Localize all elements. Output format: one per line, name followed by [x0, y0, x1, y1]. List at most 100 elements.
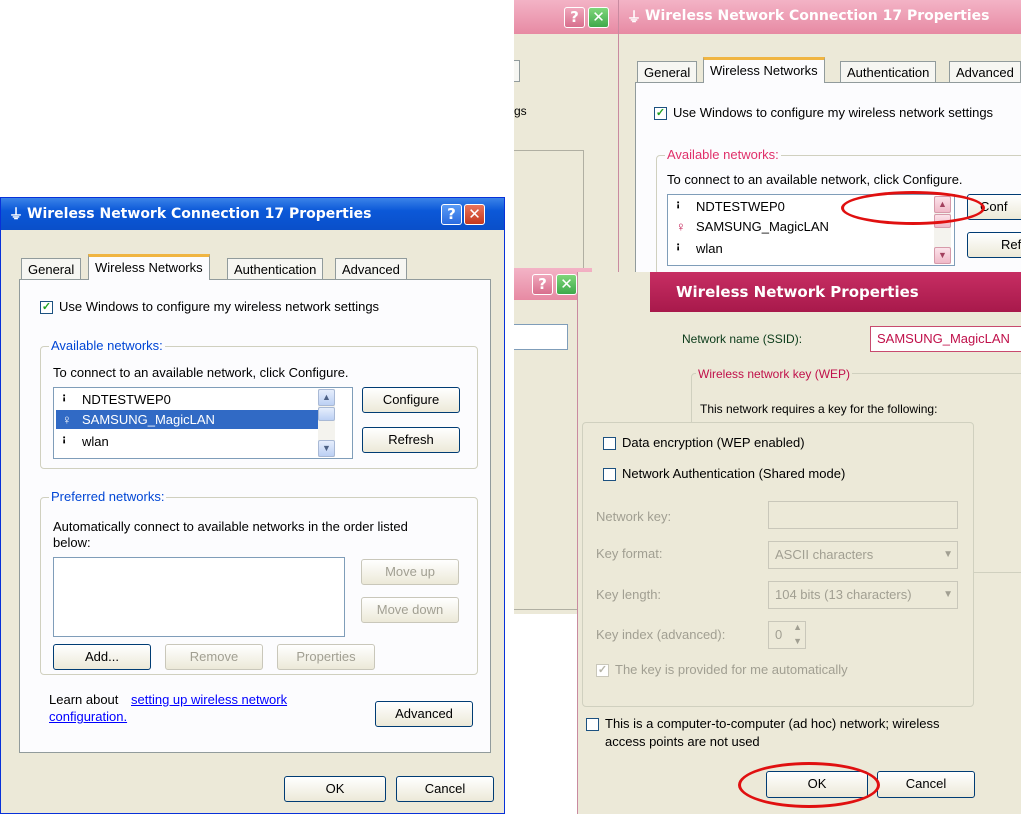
- network-auth-checkbox[interactable]: [603, 468, 616, 481]
- ok-button[interactable]: OK: [284, 776, 386, 802]
- add-button[interactable]: Add...: [53, 644, 151, 670]
- network-auth-label: Network Authentication (Shared mode): [622, 466, 846, 481]
- tab-wireless-networks[interactable]: Wireless Networks: [88, 254, 210, 280]
- list-item[interactable]: ꜟ NDTESTWEP0: [56, 390, 318, 409]
- left-dialog-title: Wireless Network Connection 17 Propertie…: [27, 206, 372, 222]
- preferred-hint-line1: Automatically connect to available netwo…: [53, 519, 408, 534]
- key-index-label: Key index (advanced):: [596, 627, 726, 642]
- antenna-icon: ꜟ: [62, 434, 67, 449]
- adhoc-checkbox[interactable]: [586, 718, 599, 731]
- help-icon[interactable]: ?: [564, 7, 585, 28]
- available-networks-hint: To connect to an available network, clic…: [667, 172, 963, 187]
- tab-advanced[interactable]: Advanced: [335, 258, 407, 280]
- available-networks-hint: To connect to an available network, clic…: [53, 365, 349, 380]
- properties-button[interactable]: Properties: [277, 644, 375, 670]
- scroll-down-icon[interactable]: ▼: [318, 440, 335, 457]
- left-title-bar[interactable]: ⏚ Wireless Network Connection 17 Propert…: [1, 198, 504, 230]
- use-windows-label: Use Windows to configure my wireless net…: [59, 299, 380, 314]
- wep-key-legend: Wireless network key (WEP): [696, 367, 853, 381]
- antenna-icon: ꜟ: [62, 392, 67, 407]
- move-up-button[interactable]: Move up: [361, 559, 459, 585]
- antenna-icon: ꜟ: [676, 199, 681, 214]
- chevron-down-icon: ▼: [943, 549, 953, 560]
- key-auto-checkbox[interactable]: ✓: [596, 664, 609, 677]
- close-icon[interactable]: ✕: [556, 274, 577, 295]
- move-down-button[interactable]: Move down: [361, 597, 459, 623]
- tab-authentication[interactable]: Authentication: [840, 61, 937, 83]
- key-auto-label: The key is provided for me automatically: [615, 662, 848, 677]
- key-length-select[interactable]: 104 bits (13 characters) ▼: [768, 581, 958, 609]
- highlight-oval-scroll: [841, 191, 985, 225]
- cancel-button[interactable]: Cancel: [396, 776, 494, 802]
- data-encryption-checkbox[interactable]: [603, 437, 616, 450]
- wireless-network-properties-dialog: Wireless Network Properties Network name…: [577, 272, 1021, 814]
- tab-authentication[interactable]: Authentication: [227, 258, 324, 280]
- wnp-title-bar[interactable]: Wireless Network Properties: [650, 272, 1021, 312]
- learn-link-line2[interactable]: configuration.: [49, 709, 127, 724]
- right-dialog-title: Wireless Network Connection 17 Propertie…: [645, 8, 990, 24]
- learn-about-text: Learn about: [49, 692, 119, 707]
- preferred-hint-line2: below:: [53, 535, 91, 550]
- preferred-networks-list[interactable]: [53, 557, 345, 637]
- key-length-label: Key length:: [596, 587, 662, 602]
- preferred-networks-group: Preferred networks: Automatically connec…: [40, 489, 478, 675]
- background-text-gs: gs: [514, 104, 527, 118]
- wireless-icon: ♀: [676, 219, 686, 234]
- scroll-down-icon[interactable]: ▼: [934, 247, 951, 264]
- tab-general[interactable]: General: [637, 61, 698, 83]
- scroll-thumb[interactable]: [318, 407, 335, 421]
- use-windows-checkbox[interactable]: ✓: [40, 301, 53, 314]
- wireless-tab-panel: ✓ Use Windows to configure my wireless n…: [19, 279, 491, 753]
- help-icon[interactable]: ?: [532, 274, 553, 295]
- right-title-bar[interactable]: ⏚ Wireless Network Connection 17 Propert…: [619, 0, 1021, 34]
- wnp-dialog-title: Wireless Network Properties: [676, 283, 919, 301]
- available-networks-list[interactable]: ꜟ NDTESTWEP0 ♀ SAMSUNG_MagicLAN ꜟ wlan ▲ ▼: [53, 387, 353, 459]
- refresh-button[interactable]: Ref: [967, 232, 1021, 258]
- chevron-down-icon: ▼: [943, 589, 953, 600]
- list-item[interactable]: ♀ SAMSUNG_MagicLAN: [56, 410, 318, 429]
- available-networks-legend: Available networks:: [665, 147, 781, 162]
- adhoc-label-line2: access points are not used: [605, 734, 760, 749]
- scroll-up-icon[interactable]: ▲: [318, 389, 335, 406]
- middle-input-edge[interactable]: [514, 324, 568, 350]
- background-tab-edge: [514, 60, 520, 82]
- ssid-label: Network name (SSID):: [682, 332, 803, 346]
- background-title-bar: ? ✕: [514, 0, 624, 34]
- key-format-label: Key format:: [596, 546, 663, 561]
- highlight-oval-ok: [738, 762, 880, 808]
- use-windows-label: Use Windows to configure my wireless net…: [673, 105, 994, 120]
- networks-scrollbar[interactable]: ▲ ▼: [318, 389, 335, 457]
- remove-button[interactable]: Remove: [165, 644, 263, 670]
- preferred-networks-legend: Preferred networks:: [49, 489, 167, 504]
- tab-wireless-networks[interactable]: Wireless Networks: [703, 57, 825, 83]
- wireless-icon: ♀: [62, 412, 72, 427]
- close-icon[interactable]: ✕: [464, 204, 485, 225]
- key-format-select[interactable]: ASCII characters ▼: [768, 541, 958, 569]
- list-item[interactable]: ꜟ wlan: [56, 432, 318, 451]
- network-key-label: Network key:: [596, 509, 672, 524]
- available-networks-legend: Available networks:: [49, 338, 165, 353]
- spin-arrows-icon[interactable]: ▲ ▼: [793, 620, 802, 648]
- cancel-button[interactable]: Cancel: [877, 771, 975, 798]
- network-icon: ⏚: [9, 207, 23, 223]
- tab-general[interactable]: General: [21, 258, 82, 280]
- help-icon[interactable]: ?: [441, 204, 462, 225]
- use-windows-checkbox[interactable]: ✓: [654, 107, 667, 120]
- key-index-stepper[interactable]: 0 ▲ ▼: [768, 621, 806, 649]
- close-icon[interactable]: ✕: [588, 7, 609, 28]
- network-icon: ⏚: [627, 10, 641, 26]
- data-encryption-label: Data encryption (WEP enabled): [622, 435, 805, 450]
- list-item[interactable]: ꜟ wlan: [670, 239, 932, 258]
- available-networks-group: Available networks: To connect to an ava…: [40, 338, 478, 469]
- key-requirement-hint: This network requires a key for the foll…: [700, 402, 938, 416]
- advanced-button[interactable]: Advanced: [375, 701, 473, 727]
- network-key-input[interactable]: [768, 501, 958, 529]
- configure-button[interactable]: Configure: [362, 387, 460, 413]
- learn-link-line1[interactable]: setting up wireless network: [131, 692, 287, 707]
- refresh-button[interactable]: Refresh: [362, 427, 460, 453]
- ssid-input[interactable]: SAMSUNG_MagicLAN: [870, 326, 1021, 352]
- adhoc-label-line1: This is a computer-to-computer (ad hoc) …: [605, 716, 940, 731]
- antenna-icon: ꜟ: [676, 241, 681, 256]
- left-properties-dialog: ⏚ Wireless Network Connection 17 Propert…: [0, 197, 505, 814]
- tab-advanced[interactable]: Advanced: [949, 61, 1021, 83]
